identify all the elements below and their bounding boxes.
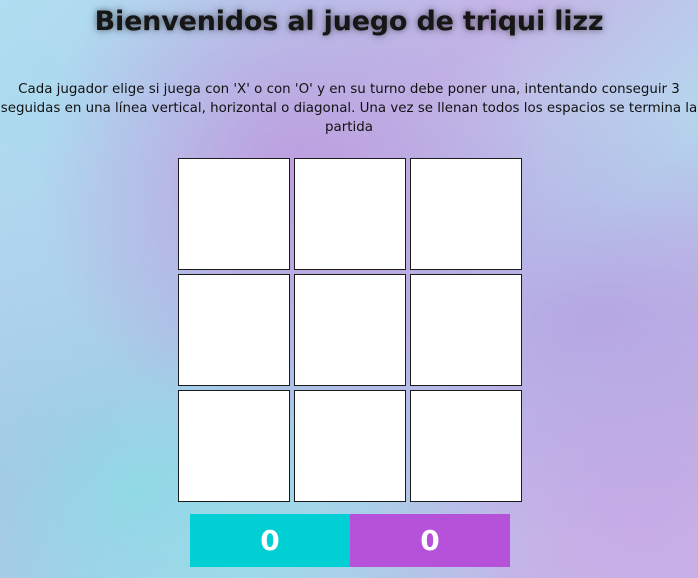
player-o-score: 0 [350,514,510,567]
board-cell-4[interactable] [178,274,290,386]
game-instructions: Cada jugador elige si juega con 'X' o co… [0,82,698,135]
board-cell-2[interactable] [294,158,406,270]
board-cell-9[interactable] [410,390,522,502]
tic-tac-toe-board [178,158,522,502]
player-x-score: 0 [190,514,350,567]
board-cell-5[interactable] [294,274,406,386]
page-title: Bienvenidos al juego de triqui lizz [94,6,604,37]
board-cell-7[interactable] [178,390,290,502]
board-cell-1[interactable] [178,158,290,270]
board-cell-8[interactable] [294,390,406,502]
scoreboard: 0 0 [190,514,510,567]
board-cell-3[interactable] [410,158,522,270]
board-cell-6[interactable] [410,274,522,386]
